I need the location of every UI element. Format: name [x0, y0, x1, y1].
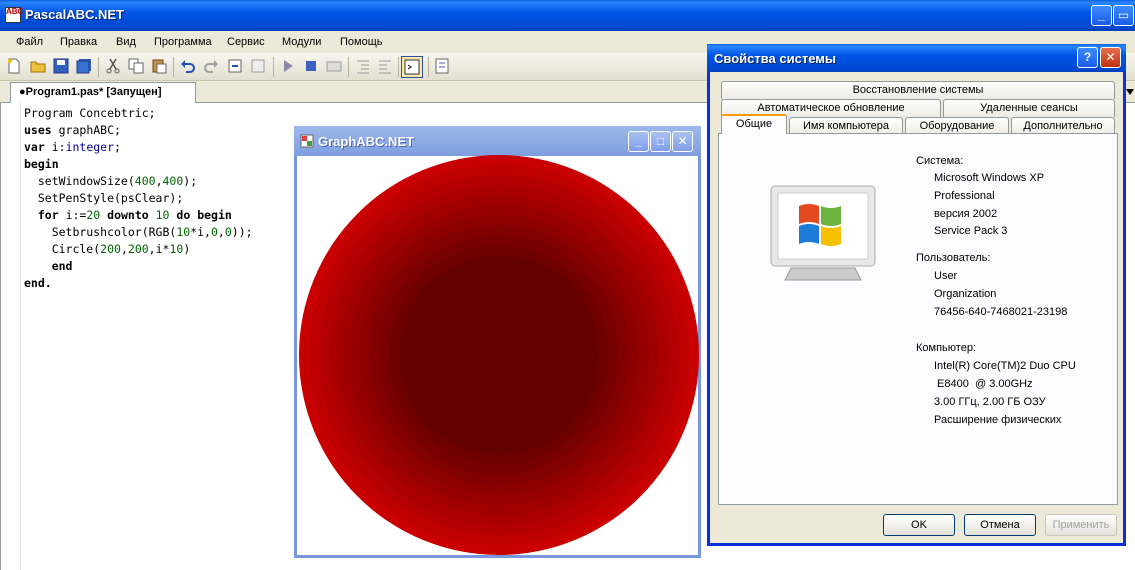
code-line: end.: [24, 276, 52, 290]
dialog-titlebar[interactable]: Свойства системы ? ✕: [707, 44, 1126, 72]
system-service-pack: Service Pack 3: [934, 225, 1008, 237]
tab-remote[interactable]: Удаленные сеансы: [943, 99, 1115, 117]
app-title: PascalABC.NET: [25, 7, 124, 22]
system-edition: Professional: [934, 190, 995, 202]
compile-icon[interactable]: [326, 58, 342, 74]
user-name: User: [934, 270, 958, 282]
outdent-icon[interactable]: [377, 58, 393, 74]
code-line: setWindowSize(400,400);: [24, 174, 198, 188]
tab-general[interactable]: Общие: [721, 114, 787, 134]
user-label: Пользователь:: [916, 252, 991, 264]
graphabc-title: GraphABC.NET: [318, 134, 415, 149]
paste-icon[interactable]: [151, 58, 167, 74]
computer-pae: Расширение физических: [934, 414, 1062, 426]
menu-help[interactable]: Помощь: [340, 36, 383, 48]
cancel-button[interactable]: Отмена: [964, 514, 1036, 536]
code-line: var i:integer;: [24, 140, 121, 154]
new-file-icon[interactable]: [6, 58, 22, 74]
code-line: end: [51, 259, 73, 273]
code-line: begin: [24, 157, 59, 171]
menu-edit[interactable]: Правка: [60, 36, 97, 48]
menu-view[interactable]: Вид: [116, 36, 136, 48]
menu-file[interactable]: Файл: [16, 36, 43, 48]
open-folder-icon[interactable]: [30, 58, 46, 74]
step-over-icon[interactable]: [250, 58, 266, 74]
save-icon[interactable]: [53, 58, 69, 74]
help-icon[interactable]: ?: [1077, 47, 1098, 68]
user-organization: Organization: [934, 288, 997, 300]
dialog-title: Свойства системы: [714, 51, 836, 66]
main-window-titlebar[interactable]: ABC PascalABC.NET _ ▭: [0, 0, 1135, 31]
graphabc-window: GraphABC.NET _ □ ✕: [294, 126, 701, 558]
product-key: 76456-640-7468021-23198: [934, 306, 1068, 318]
minimize-icon[interactable]: _: [1091, 5, 1112, 26]
dialog-close-icon[interactable]: ✕: [1100, 47, 1121, 68]
computer-cpu: Intel(R) Core(TM)2 Duo CPU: [934, 360, 1076, 372]
general-tab-panel: Система: Microsoft Windows XP Profession…: [718, 133, 1118, 505]
graphabc-app-icon: [300, 134, 314, 148]
tab-system-restore[interactable]: Восстановление системы: [721, 81, 1115, 99]
menu-service[interactable]: Сервис: [227, 36, 265, 48]
system-label: Система:: [916, 155, 964, 167]
menu-program[interactable]: Программа: [154, 36, 212, 48]
ok-button[interactable]: OK: [883, 514, 955, 536]
code-line: Circle(200,200,i*10): [24, 242, 191, 256]
indent-icon[interactable]: [355, 58, 371, 74]
code-line: SetPenStyle(psClear);: [24, 191, 184, 205]
save-all-icon[interactable]: [76, 58, 92, 74]
console-toggle-button[interactable]: [401, 56, 423, 78]
pascalabc-app-icon: ABC: [5, 7, 23, 23]
code-line: Program Concebtric;: [24, 106, 156, 120]
maximize-icon[interactable]: ▭: [1113, 5, 1134, 26]
computer-cpu-model: E8400 @ 3.00GHz: [934, 378, 1033, 390]
system-version: версия 2002: [934, 208, 998, 220]
graphabc-minimize-icon[interactable]: _: [628, 131, 649, 152]
cut-icon[interactable]: [105, 58, 121, 74]
windows-logo-monitor-icon: [770, 185, 876, 281]
circle-ring: [399, 255, 599, 455]
editor-gutter: [1, 103, 21, 570]
form-designer-icon[interactable]: [434, 58, 450, 74]
code-line: Setbrushcolor(RGB(10*i,0,0));: [24, 225, 253, 239]
apply-button[interactable]: Применить: [1045, 514, 1117, 536]
redo-icon[interactable]: [203, 58, 219, 74]
step-icon[interactable]: [227, 58, 243, 74]
undo-icon[interactable]: [180, 58, 196, 74]
graphabc-close-icon[interactable]: ✕: [672, 131, 693, 152]
code-line: for i:=20 downto 10 do begin: [37, 208, 232, 222]
code-line: uses graphABC;: [24, 123, 121, 137]
graphabc-maximize-icon[interactable]: □: [650, 131, 671, 152]
system-properties-dialog: Свойства системы ? ✕ Восстановление сист…: [707, 44, 1126, 546]
system-os: Microsoft Windows XP: [934, 172, 1045, 184]
graphabc-titlebar[interactable]: GraphABC.NET _ □ ✕: [294, 126, 701, 156]
run-icon[interactable]: [280, 58, 296, 74]
console-icon: [404, 59, 420, 75]
computer-memory: 3.00 ГГц, 2.00 ГБ ОЗУ: [934, 396, 1046, 408]
stop-icon[interactable]: [303, 58, 319, 74]
menu-modules[interactable]: Модули: [282, 36, 321, 48]
concentric-circles-canvas: [299, 155, 699, 555]
computer-label: Компьютер:: [916, 342, 976, 354]
copy-icon[interactable]: [128, 58, 144, 74]
tab-program1[interactable]: ●Program1.pas* [Запущен]: [10, 82, 196, 103]
tab-dropdown-arrow-icon[interactable]: [1125, 88, 1135, 96]
